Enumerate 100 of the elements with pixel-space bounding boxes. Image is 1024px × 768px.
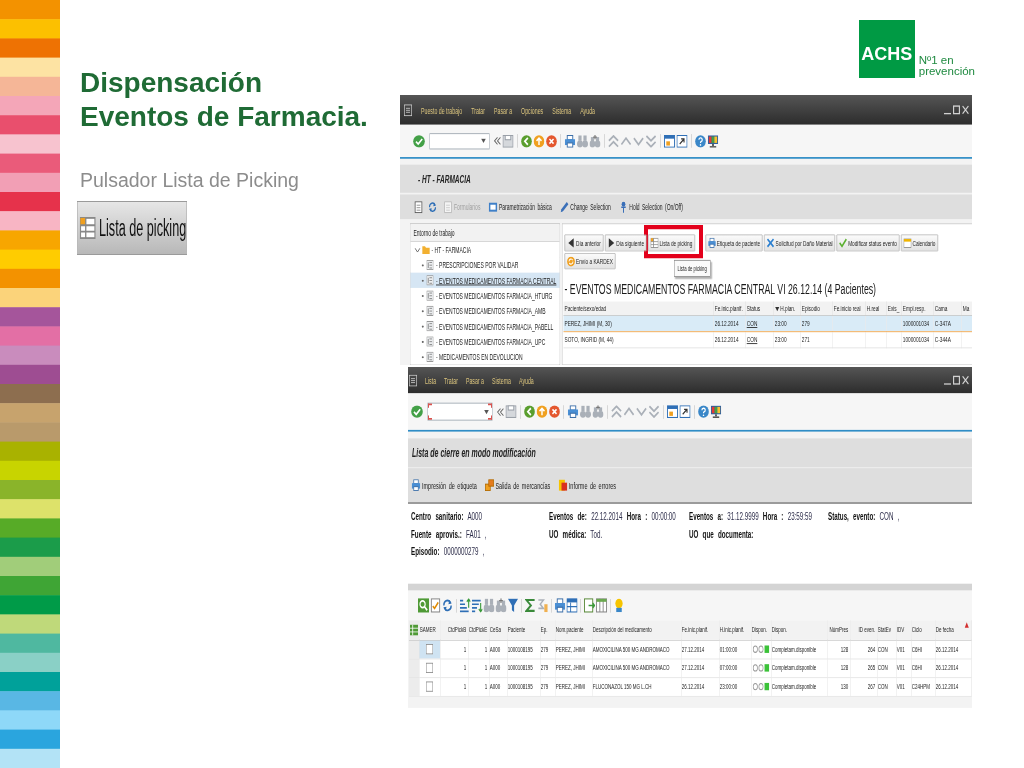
menu-item[interactable]: Tratar bbox=[444, 375, 458, 386]
toolbar-button[interactable]: Etiqueta de paciente bbox=[705, 234, 763, 252]
toolbar-button[interactable]: Lista de picking bbox=[648, 234, 695, 252]
column-header[interactable]: H.plan. bbox=[773, 301, 801, 316]
bullet-icon bbox=[421, 279, 424, 282]
table-icon[interactable] bbox=[566, 598, 578, 613]
column-header[interactable]: Paciente/sexo/edad bbox=[563, 301, 714, 316]
menu-item[interactable]: Puesto de trabajo bbox=[421, 104, 463, 115]
document-check-icon[interactable] bbox=[430, 598, 441, 613]
folder-icon bbox=[422, 244, 430, 255]
tree-item[interactable]: - EVENTOS MEDICAMENTOS FARMACIA CENTRAL bbox=[410, 272, 560, 288]
column-header[interactable]: Fe.inic.planif. bbox=[713, 301, 746, 316]
refresh-icon[interactable] bbox=[428, 200, 437, 213]
menu-item[interactable]: Opciones bbox=[521, 104, 544, 115]
sort-ascending-icon[interactable] bbox=[459, 598, 471, 613]
checkbox[interactable] bbox=[426, 662, 433, 673]
table-row[interactable]: PEREZ, JHIMI (M, 30) 26.12.2014 CON 23:00 279 1000001034 C-347A bbox=[563, 315, 972, 332]
column-header[interactable]: Empl.resp. bbox=[901, 301, 934, 316]
shortcut-icon[interactable] bbox=[679, 405, 691, 418]
checkbox[interactable] bbox=[426, 681, 433, 692]
toolbar-button[interactable]: Calendario bbox=[901, 234, 938, 252]
toolbar-button[interactable]: Día anterior bbox=[564, 234, 604, 252]
double-up-arrow-icon[interactable] bbox=[611, 405, 622, 418]
menu-item[interactable]: Ayuda bbox=[518, 375, 534, 386]
document-arrow-icon[interactable] bbox=[584, 598, 595, 613]
list-grid-icon bbox=[650, 237, 659, 248]
window-icon[interactable] bbox=[664, 134, 675, 148]
check-mark-icon bbox=[839, 237, 848, 248]
help-icon[interactable] bbox=[698, 405, 709, 418]
binoculars-plus-icon[interactable] bbox=[495, 598, 507, 613]
maximize-icon[interactable] bbox=[953, 375, 960, 385]
printer-icon[interactable] bbox=[567, 405, 579, 418]
menu-item[interactable]: Pasar a bbox=[465, 375, 484, 386]
bullet-icon bbox=[421, 355, 424, 359]
document-icon[interactable] bbox=[414, 200, 423, 213]
up-arrow-circle-icon[interactable] bbox=[536, 405, 548, 418]
help-icon[interactable] bbox=[695, 134, 706, 148]
toolbar-button[interactable]: Día siguiente bbox=[604, 234, 647, 252]
command-field[interactable] bbox=[429, 132, 490, 149]
up-arrow-circle-icon[interactable] bbox=[533, 134, 545, 148]
column-header[interactable]: Fe.inicio real bbox=[832, 301, 866, 316]
layout-button[interactable] bbox=[409, 620, 419, 640]
printer-icon[interactable] bbox=[564, 134, 576, 148]
info-field: Centro sanitario: A000 bbox=[411, 508, 549, 526]
menu-item[interactable]: Ayuda bbox=[580, 104, 595, 115]
check-circle-icon[interactable] bbox=[413, 134, 425, 148]
sigma-bar-icon[interactable] bbox=[537, 598, 548, 613]
status-link[interactable]: CON bbox=[746, 334, 758, 345]
refresh-icon[interactable] bbox=[442, 598, 453, 613]
funnel-icon[interactable] bbox=[507, 598, 519, 613]
table-row[interactable]: SOTO, INGRID (M, 44) 26.12.2014 CON 23:00 271 1000001034 C-344A bbox=[563, 331, 972, 348]
double-down-arrow-icon[interactable] bbox=[645, 134, 657, 148]
double-up-arrow-icon[interactable] bbox=[608, 134, 619, 148]
minimize-icon[interactable] bbox=[944, 112, 951, 115]
monitor-icon[interactable] bbox=[710, 405, 722, 418]
sigma-icon[interactable] bbox=[525, 598, 536, 613]
x-circle-icon[interactable] bbox=[546, 134, 557, 148]
command-field[interactable] bbox=[427, 402, 493, 421]
column-header[interactable]: Cama bbox=[933, 301, 962, 316]
info-field: Status, evento: CON , bbox=[828, 508, 972, 526]
columns-icon[interactable] bbox=[596, 598, 607, 613]
bullet-icon bbox=[421, 294, 424, 297]
menu-item[interactable]: Sistema bbox=[552, 104, 572, 115]
column-header[interactable]: Episodio bbox=[800, 301, 833, 316]
menu-item[interactable]: Sistema bbox=[492, 375, 511, 386]
window-icon[interactable] bbox=[667, 405, 678, 418]
column-header[interactable]: Ma bbox=[961, 301, 972, 316]
binoculars-plus-icon[interactable] bbox=[589, 134, 601, 148]
x-circle-icon[interactable] bbox=[549, 405, 560, 418]
lightbulb-icon[interactable] bbox=[613, 598, 625, 613]
check-circle-icon[interactable] bbox=[411, 405, 423, 418]
picking-button[interactable]: Lista de picking bbox=[77, 201, 187, 255]
column-header[interactable]: Status bbox=[745, 301, 774, 316]
caret-down-icon[interactable] bbox=[481, 138, 486, 144]
toolbar-button[interactable]: Modificar status evento bbox=[836, 234, 900, 252]
table-cell[interactable] bbox=[419, 639, 440, 659]
binoculars-plus-icon[interactable] bbox=[592, 405, 604, 418]
bullet-icon bbox=[421, 309, 424, 313]
info-field: Eventos a: 31.12.9999 Hora : 23:59:59 bbox=[689, 508, 828, 526]
maximize-icon[interactable] bbox=[953, 105, 960, 115]
monitor-icon[interactable] bbox=[707, 134, 719, 148]
right-triangle-icon bbox=[607, 237, 616, 248]
left-arrow-circle-icon[interactable] bbox=[524, 405, 535, 418]
double-down-arrow-icon[interactable] bbox=[648, 405, 660, 418]
column-header[interactable]: Exis_ bbox=[886, 301, 902, 316]
checkbox[interactable] bbox=[426, 644, 433, 655]
left-arrow-circle-icon[interactable] bbox=[521, 134, 532, 148]
caret-down-icon[interactable] bbox=[484, 409, 489, 415]
tree-item[interactable]: - PRESCRIPCIONES POR VALIDAR bbox=[410, 257, 560, 273]
magnifier-icon[interactable] bbox=[418, 598, 429, 613]
sort-descending-icon[interactable] bbox=[471, 598, 483, 613]
toolbar-button[interactable]: Envío a KARDEX bbox=[564, 253, 616, 270]
column-header[interactable]: H.real bbox=[865, 301, 887, 316]
printer-icon[interactable] bbox=[554, 598, 566, 613]
shortcut-icon[interactable] bbox=[676, 134, 688, 148]
menu-item[interactable]: Lista bbox=[425, 375, 437, 386]
menu-item[interactable]: Pasar a bbox=[493, 104, 513, 115]
toolbar-button[interactable]: Solicitud por Daño Material bbox=[764, 234, 836, 252]
binoculars-icon[interactable] bbox=[483, 598, 495, 613]
menu-item[interactable]: Tratar bbox=[471, 104, 485, 115]
